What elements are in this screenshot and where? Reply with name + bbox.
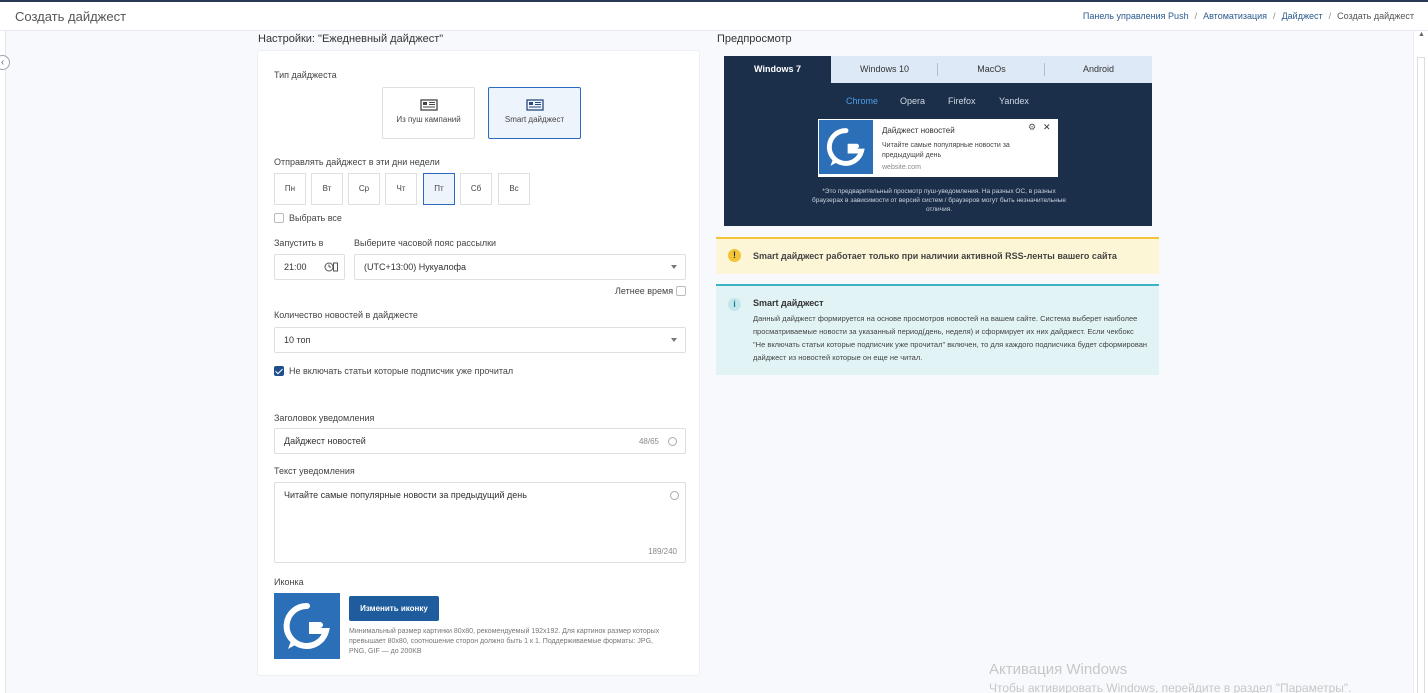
browser-tab-firefox[interactable]: Firefox <box>948 96 976 106</box>
breadcrumb-item-dashboard[interactable]: Панель управления Push <box>1083 11 1189 21</box>
info-title: Smart дайджест <box>753 298 824 308</box>
chevron-down-icon <box>671 265 677 269</box>
tab-label: MacOs <box>977 64 1006 74</box>
tab-macos[interactable]: MacOs <box>938 56 1045 83</box>
warning-text: Smart дайджест работает только при налич… <box>753 251 1117 261</box>
os-tabs: Windows 7 Windows 10 MacOs Android <box>724 56 1152 83</box>
select-all-label: Выбрать все <box>289 213 342 223</box>
notif-text-label: Текст уведомления <box>274 466 355 476</box>
day-mon[interactable]: Пн <box>274 173 306 205</box>
preview-panel: Windows 7 Windows 10 MacOs Android Chrom… <box>724 56 1152 226</box>
notif-text-value: Читайте самые популярные новости за пред… <box>284 490 527 500</box>
select-all-checkbox[interactable] <box>274 213 284 223</box>
exclude-read-label: Не включать статьи которые подписчик уже… <box>289 366 514 376</box>
digest-type-label-smart: Smart дайджест <box>504 115 565 124</box>
browser-tab-yandex[interactable]: Yandex <box>999 96 1029 106</box>
notif-title-value: Дайджест новостей <box>284 436 366 446</box>
start-time-label: Запустить в <box>274 238 324 248</box>
gear-icon: ⚙ <box>1028 122 1037 132</box>
summer-time-checkbox[interactable] <box>676 286 686 296</box>
day-tue[interactable]: Вт <box>311 173 343 205</box>
tab-windows-7[interactable]: Windows 7 <box>724 56 831 83</box>
browser-tab-opera[interactable]: Opera <box>900 96 925 106</box>
day-sat[interactable]: Сб <box>460 173 492 205</box>
breadcrumb-item-digest[interactable]: Дайджест <box>1282 11 1323 21</box>
icon-preview <box>274 593 340 659</box>
day-sun[interactable]: Вс <box>498 173 530 205</box>
windows-activation-text: Чтобы активировать Windows, перейдите в … <box>989 681 1352 693</box>
sidebar-toggle-icon[interactable]: ‹ <box>0 55 10 70</box>
close-icon: ✕ <box>1043 122 1051 132</box>
preview-note: *Это предварительный просмотр пуш-уведом… <box>812 188 1066 213</box>
warning-alert: ! Smart дайджест работает только при нал… <box>716 237 1159 274</box>
summer-time-label: Летнее время <box>615 286 674 296</box>
timezone-label: Выберите часовой пояс рассылки <box>354 238 497 248</box>
tab-windows-10[interactable]: Windows 10 <box>831 56 938 83</box>
notification-body: Читайте самые популярные новости за пред… <box>882 142 1010 159</box>
day-thu[interactable]: Чт <box>385 173 417 205</box>
windows-activation-title: Активация Windows <box>989 661 1128 678</box>
digest-type-label: Тип дайджеста <box>274 70 337 80</box>
notif-title-label: Заголовок уведомления <box>274 413 375 423</box>
info-alert: i Smart дайджест Данный дайджест формиру… <box>716 284 1159 375</box>
page-title: Создать дайджест <box>15 9 127 24</box>
clock-icon[interactable] <box>324 262 338 272</box>
preview-title: Предпросмотр <box>717 33 792 45</box>
day-fri[interactable]: Пт <box>423 173 455 205</box>
change-icon-button[interactable]: Изменить иконку <box>349 596 439 621</box>
start-time-input[interactable]: 21:00 <box>274 254 345 280</box>
start-time-value: 21:00 <box>284 262 307 272</box>
settings-card: Тип дайджеста Из пуш кампаний Smart дайд… <box>257 50 700 676</box>
breadcrumb-separator: / <box>1273 11 1276 21</box>
notif-text-counter: 189/240 <box>648 547 677 556</box>
news-icon <box>525 99 544 111</box>
tab-label: Windows 10 <box>859 64 910 74</box>
breadcrumb-item-current: Создать дайджест <box>1337 11 1414 21</box>
breadcrumb-separator: / <box>1328 11 1332 21</box>
exclude-read-checkbox[interactable] <box>274 366 284 376</box>
notification-preview: Дайджест новостей Читайте самые популярн… <box>818 119 1058 177</box>
day-wed[interactable]: Ср <box>348 173 380 205</box>
news-icon <box>419 99 438 111</box>
notification-title: Дайджест новостей <box>882 126 955 135</box>
emoji-icon[interactable] <box>670 491 679 500</box>
notif-title-counter: 48/65 <box>638 437 659 446</box>
news-count-select[interactable]: 10 топ <box>274 327 686 353</box>
notification-site: website.com <box>882 164 921 171</box>
top-bar: Создать дайджест Панель управления Push /… <box>0 0 1428 31</box>
news-count-value: 10 топ <box>284 335 311 345</box>
digest-type-label-campaigns: Из пуш кампаний <box>396 115 461 124</box>
breadcrumb-separator: / <box>1194 11 1198 21</box>
timezone-select[interactable]: (UTC+13:00) Нукуалофа <box>354 254 686 280</box>
breadcrumb-item-automation[interactable]: Автоматизация <box>1203 11 1267 21</box>
digest-type-smart[interactable]: Smart дайджест <box>488 87 581 139</box>
icon-hint: Минимальный размер картинки 80х80, реком… <box>349 628 660 655</box>
timezone-value: (UTC+13:00) Нукуалофа <box>364 262 466 272</box>
notif-title-input[interactable]: Дайджест новостей 48/65 <box>274 428 686 454</box>
info-icon: i <box>728 298 741 311</box>
notif-text-textarea[interactable]: Читайте самые популярные новости за пред… <box>274 482 686 563</box>
digest-type-campaigns[interactable]: Из пуш кампаний <box>382 87 475 139</box>
info-body: Данный дайджест формируется на основе пр… <box>753 314 1148 362</box>
scrollbar[interactable]: ▲ <box>1413 31 1428 693</box>
news-count-label: Количество новостей в дайджесте <box>274 310 418 320</box>
settings-title: Настройки: "Ежедневный дайджест" <box>258 33 444 45</box>
icon-label: Иконка <box>274 577 304 587</box>
exclamation-icon: ! <box>728 249 741 262</box>
emoji-icon[interactable] <box>668 437 677 446</box>
breadcrumb: Панель управления Push / Автоматизация / Дай… <box>1081 11 1416 21</box>
scroll-up-icon[interactable]: ▲ <box>1414 31 1428 38</box>
chevron-down-icon <box>671 338 677 342</box>
scrollbar-thumb[interactable] <box>1417 57 1425 693</box>
tab-android[interactable]: Android <box>1045 56 1152 83</box>
sidebar-collapsed: ‹ <box>0 31 10 693</box>
notification-icon <box>819 120 873 174</box>
days-label: Отправлять дайджест в эти дни недели <box>274 157 440 167</box>
browser-tab-chrome[interactable]: Chrome <box>846 96 878 106</box>
